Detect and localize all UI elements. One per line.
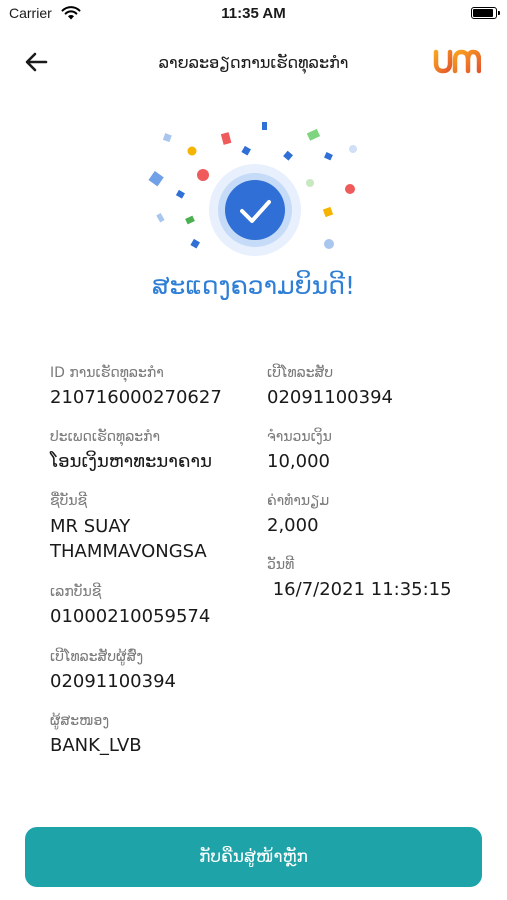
back-to-home-button[interactable]: ກັບຄືນສູ່ໜ້າຫຼັກ (25, 827, 482, 887)
account-name-value: MR SUAY THAMMAVONGSA (50, 516, 207, 562)
transaction-type-label: ປະເພດເຮັດທຸລະກຳ (50, 429, 161, 445)
page-title: ລາຍລະອຽດການເຮັດທຸລະກຳ (158, 53, 349, 72)
provider-field: ຜູ້ສະໜອງ BANK_LVB (50, 712, 142, 757)
date-label: ວັນທີ (267, 557, 295, 573)
back-to-home-label: ກັບຄືນສູ່ໜ້າຫຼັກ (199, 847, 308, 867)
phone-number-field: ເບີໂທລະສັບ 02091100394 (267, 364, 393, 409)
congratulations-heading: ສະແດງຄວາມຍິນດີ! (151, 271, 356, 300)
account-number-value: 01000210059574 (50, 606, 211, 627)
amount-label: ຈຳນວນເງິນ (267, 429, 332, 445)
battery-icon (471, 7, 500, 19)
account-number-label: ເລກບັນຊີ (50, 584, 102, 600)
provider-value: BANK_LVB (50, 735, 142, 756)
transaction-id-field: ID ການເຮັດທຸລະກຳ 210716000270627 (50, 364, 222, 409)
sender-phone-value: 02091100394 (50, 671, 176, 692)
account-name-label: ຊື່ບັນຊີ (50, 493, 88, 509)
account-number-field: ເລກບັນຊີ 01000210059574 (50, 583, 210, 628)
amount-field: ຈຳນວນເງິນ 10,000 (267, 428, 332, 473)
account-name-field: ຊື່ບັນຊີ MR SUAY THAMMAVONGSA (50, 492, 207, 564)
amount-value: 10,000 (267, 451, 330, 472)
sender-phone-label: ເບີໂທລະສັບຜູ້ສົ່ງ (50, 649, 144, 665)
nav-bar: ລາຍລະອຽດການເຮັດທຸລະກຳ (0, 40, 507, 84)
brand-logo (433, 46, 482, 76)
sender-phone-field: ເບີໂທລະສັບຜູ້ສົ່ງ 02091100394 (50, 648, 176, 693)
success-illustration (140, 118, 370, 258)
phone-number-label: ເບີໂທລະສັບ (267, 365, 334, 381)
fee-field: ຄ່າທຳນຽມ 2,000 (267, 492, 329, 537)
date-value: 16/7/2021 11:35:15 (267, 579, 452, 600)
phone-number-value: 02091100394 (267, 387, 393, 408)
transaction-id-label: ID ການເຮັດທຸລະກຳ (50, 365, 164, 381)
date-field: ວັນທີ 16/7/2021 11:35:15 (267, 556, 452, 601)
provider-label: ຜູ້ສະໜອງ (50, 713, 110, 729)
fee-value: 2,000 (267, 515, 319, 536)
transaction-type-value: ໂອນເງິນຫາທະນາຄານ (50, 451, 212, 472)
transaction-id-value: 210716000270627 (50, 387, 222, 408)
transaction-type-field: ປະເພດເຮັດທຸລະກຳ ໂອນເງິນຫາທະນາຄານ (50, 428, 212, 473)
status-bar: Carrier 11:35 AM (0, 0, 507, 30)
fee-label: ຄ່າທຳນຽມ (267, 493, 330, 509)
status-time: 11:35 AM (221, 5, 286, 22)
check-circle-icon (225, 180, 285, 240)
